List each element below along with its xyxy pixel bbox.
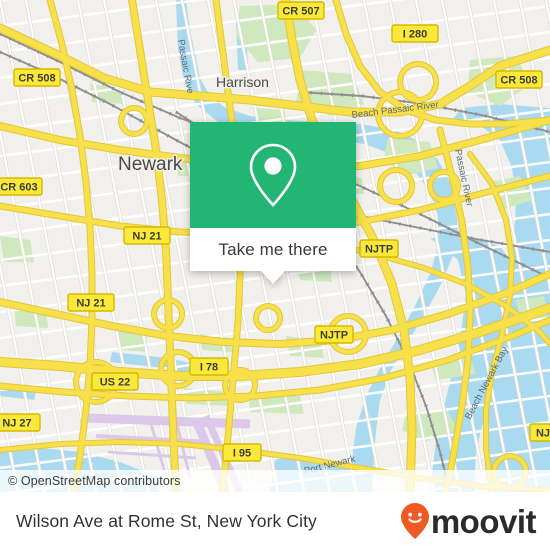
- svg-text:US 22: US 22: [100, 377, 131, 389]
- svg-text:I 78: I 78: [200, 362, 218, 374]
- highway-shield: I 95: [222, 443, 262, 462]
- moovit-wordmark: moovit: [430, 502, 537, 540]
- highway-shield: US 22: [91, 372, 139, 391]
- svg-text:CR 507: CR 507: [282, 6, 319, 18]
- map-attribution-bar: © OpenStreetMap contributors: [0, 470, 550, 492]
- highway-shield: NJ 21: [123, 226, 171, 245]
- highway-shield: CR 603: [0, 177, 43, 196]
- highway-shield: CR 508: [495, 70, 543, 89]
- svg-text:NJ 21: NJ 21: [76, 298, 105, 310]
- highway-shield: NJ 27: [0, 413, 41, 432]
- svg-text:CR 508: CR 508: [18, 73, 55, 85]
- svg-text:Harrison: Harrison: [216, 74, 269, 90]
- svg-text:I 95: I 95: [233, 448, 251, 460]
- svg-text:CR 508: CR 508: [500, 75, 537, 87]
- popup-cta-label: Take me there: [218, 239, 328, 259]
- location-title: Wilson Ave at Rome St, New York City: [16, 510, 317, 531]
- highway-shield: CR 507: [277, 1, 325, 20]
- svg-text:NJTP: NJTP: [320, 330, 348, 342]
- svg-text:CR 603: CR 603: [0, 182, 37, 194]
- footer-bar: Passaic RiverPassaic RiveBeach Passaic R…: [0, 492, 550, 550]
- svg-text:I 280: I 280: [403, 29, 427, 41]
- map-pin-icon: [249, 143, 297, 207]
- highway-shield: I 280: [391, 24, 439, 43]
- highway-shield: NJ: [529, 423, 550, 442]
- moovit-logo: moovit: [400, 502, 537, 540]
- highway-shield: NJTP: [359, 239, 399, 258]
- highway-shield: NJ 21: [67, 293, 115, 312]
- highway-shield: CR 508: [13, 68, 61, 87]
- map-screenshot: Passaic River Passaic Rive Beach Passaic R…: [0, 0, 550, 550]
- popup-header: [190, 122, 356, 228]
- attribution-text: © OpenStreetMap contributors: [8, 474, 181, 488]
- location-popup[interactable]: Take me there: [190, 122, 356, 284]
- svg-text:NJTP: NJTP: [365, 244, 393, 256]
- highway-shield: NJTP: [314, 325, 354, 344]
- svg-text:Newark: Newark: [118, 154, 183, 175]
- popup-tail: [260, 270, 286, 284]
- svg-text:NJ: NJ: [536, 428, 550, 440]
- popup-cta[interactable]: Take me there: [190, 228, 356, 284]
- moovit-smiley-pin-icon: [400, 503, 429, 539]
- highway-shield: I 78: [189, 357, 229, 376]
- svg-text:NJ 27: NJ 27: [2, 418, 31, 430]
- svg-text:NJ 21: NJ 21: [132, 231, 161, 243]
